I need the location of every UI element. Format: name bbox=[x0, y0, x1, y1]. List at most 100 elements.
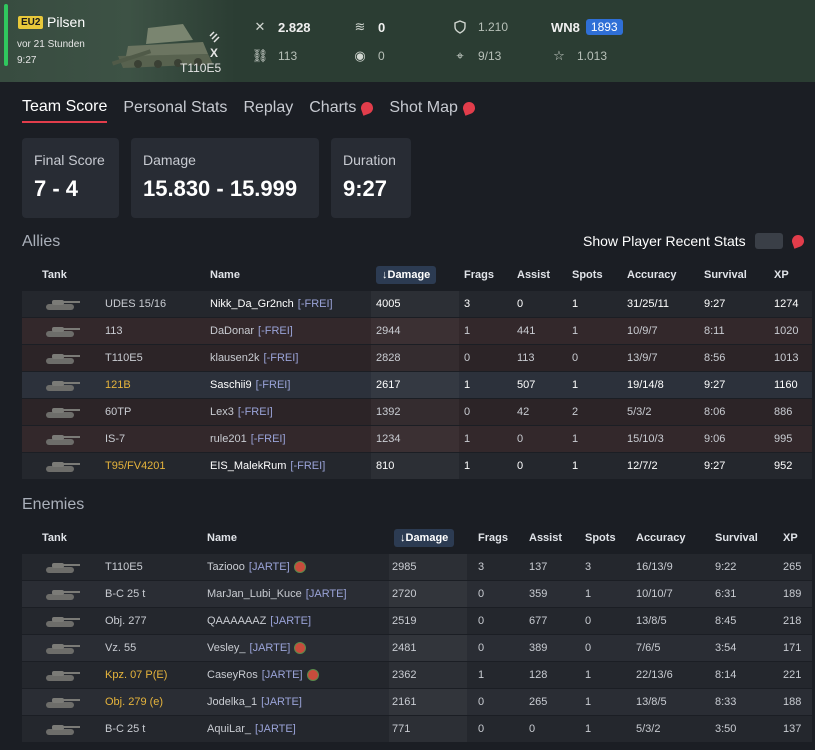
assist-text: 0 bbox=[529, 723, 536, 735]
recent-stats-toggle-row: Show Player Recent Stats bbox=[583, 233, 806, 249]
column-header-tank[interactable]: Tank bbox=[42, 260, 67, 290]
clan-tag[interactable]: [JARTE] bbox=[262, 669, 303, 681]
column-header-tank[interactable]: Tank bbox=[42, 523, 67, 553]
column-header-damage[interactable]: ↓Damage bbox=[394, 523, 472, 553]
clan-tag[interactable]: [-FREI] bbox=[298, 298, 333, 310]
clan-tag[interactable]: [JARTE] bbox=[255, 723, 296, 735]
cell-name[interactable]: Lex3 [-FREI] bbox=[210, 399, 273, 425]
column-header-xp[interactable]: XP bbox=[774, 260, 789, 290]
cell-damage: 1234 bbox=[376, 426, 400, 452]
clan-tag[interactable]: [-FREI] bbox=[258, 325, 293, 337]
tank-text: T110E5 bbox=[105, 352, 143, 364]
cell-name[interactable]: Taziooo [JARTE] bbox=[207, 554, 306, 580]
clan-tag[interactable]: [JARTE] bbox=[306, 588, 347, 600]
column-header-assist[interactable]: Assist bbox=[529, 523, 562, 553]
cell-name[interactable]: EIS_MalekRum [-FREI] bbox=[210, 453, 325, 479]
xp-text: 1160 bbox=[774, 379, 798, 391]
name-text: Saschii9 bbox=[210, 379, 252, 391]
cell-frags: 1 bbox=[464, 318, 470, 344]
column-header-survival[interactable]: Survival bbox=[715, 523, 758, 553]
table-row[interactable]: T110E5 Taziooo [JARTE] 2985 3 137 3 16/13/9 9:22… bbox=[22, 553, 812, 580]
cell-name[interactable]: MarJan_Lubi_Kuce [JARTE] bbox=[207, 581, 347, 607]
tab-charts[interactable]: Charts bbox=[309, 98, 376, 123]
tab-personal-stats[interactable]: Personal Stats bbox=[123, 98, 227, 123]
column-header-damage[interactable]: ↓Damage bbox=[376, 260, 458, 290]
frags-text: 3 bbox=[478, 561, 485, 573]
column-header-accuracy[interactable]: Accuracy bbox=[636, 523, 686, 553]
cell-damage: 2944 bbox=[376, 318, 400, 344]
clan-tag[interactable]: [-FREI] bbox=[264, 352, 299, 364]
column-header-frags[interactable]: Frags bbox=[478, 523, 508, 553]
table-row[interactable]: Vz. 55 Vesley_ [JARTE] 2481 0 389 0 7/6/5 3:54 17… bbox=[22, 634, 812, 661]
table-row[interactable]: B-C 25 t MarJan_Lubi_Kuce [JARTE] 2720 0 359 1… bbox=[22, 580, 812, 607]
stat-wn8: WN8 1893 bbox=[551, 19, 623, 35]
tab-shot-map[interactable]: Shot Map bbox=[389, 98, 477, 123]
cell-name[interactable]: CaseyRos [JARTE] bbox=[207, 662, 319, 688]
table-row[interactable]: B-C 25 t AquiLar_ [JARTE] 771 0 0 1 5/3/2 3:50 13… bbox=[22, 715, 812, 742]
column-header-accuracy[interactable]: Accuracy bbox=[627, 260, 677, 290]
recent-stats-toggle[interactable] bbox=[754, 233, 783, 249]
cell-name[interactable]: Vesley_ [JARTE] bbox=[207, 635, 307, 661]
cell-tank: Kpz. 07 P(E) bbox=[105, 662, 167, 688]
table-header: Tank Name ↓Damage Frags Assist Spots Accuracy S… bbox=[22, 260, 812, 290]
tank-thumbnail bbox=[42, 581, 80, 607]
table-row[interactable]: 60TP Lex3 [-FREI] 1392 0 42 2 5/3/2 8:06 886 bbox=[22, 398, 812, 425]
clan-tag[interactable]: [JARTE] bbox=[261, 696, 302, 708]
shield-icon bbox=[452, 19, 468, 35]
wn8-badge: 1893 bbox=[585, 19, 623, 35]
survival-text: 6:31 bbox=[715, 588, 737, 600]
cell-frags: 1 bbox=[464, 426, 470, 452]
stat-accuracy: ⌖ 9/13 bbox=[452, 48, 501, 64]
cell-name[interactable]: Jodelka_1 [JARTE] bbox=[207, 689, 302, 715]
recent-stats-label: Show Player Recent Stats bbox=[583, 233, 746, 249]
clan-tag[interactable]: [-FREI] bbox=[290, 460, 325, 472]
cell-frags: 1 bbox=[464, 453, 470, 479]
column-header-survival[interactable]: Survival bbox=[704, 260, 747, 290]
column-header-name[interactable]: Name bbox=[210, 260, 240, 290]
cell-name[interactable]: Saschii9 [-FREI] bbox=[210, 372, 290, 398]
cell-accuracy: 5/3/2 bbox=[636, 716, 660, 742]
table-row[interactable]: 121B Saschii9 [-FREI] 2617 1 507 1 19/14/8 9:27 1… bbox=[22, 371, 812, 398]
tab-replay[interactable]: Replay bbox=[243, 98, 293, 123]
spots-text: 1 bbox=[572, 298, 579, 310]
clan-tag[interactable]: [JARTE] bbox=[270, 615, 311, 627]
table-row[interactable]: T95/FV4201 EIS_MalekRum [-FREI] 810 1 0 1 12/7/… bbox=[22, 452, 812, 479]
cell-name[interactable]: DaDonar [-FREI] bbox=[210, 318, 293, 344]
column-header-xp[interactable]: XP bbox=[783, 523, 798, 553]
survival-text: 3:54 bbox=[715, 642, 737, 654]
cell-name[interactable]: QAAAAAAZ [JARTE] bbox=[207, 608, 311, 634]
clan-tag[interactable]: [JARTE] bbox=[250, 642, 291, 654]
cell-survival: 3:54 bbox=[715, 635, 736, 661]
table-row[interactable]: Obj. 279 (e) Jodelka_1 [JARTE] 2161 0 265 1 13/… bbox=[22, 688, 812, 715]
cell-spots: 0 bbox=[585, 608, 591, 634]
tank-text: Obj. 279 (e) bbox=[105, 696, 164, 708]
clan-tag[interactable]: [-FREI] bbox=[251, 433, 286, 445]
spots-text: 2 bbox=[572, 406, 579, 418]
column-header-assist[interactable]: Assist bbox=[517, 260, 550, 290]
tab-team-score[interactable]: Team Score bbox=[22, 98, 108, 123]
table-row[interactable]: Kpz. 07 P(E) CaseyRos [JARTE] 2362 1 128 1 22/1… bbox=[22, 661, 812, 688]
column-header-spots[interactable]: Spots bbox=[572, 260, 603, 290]
table-row[interactable]: 113 DaDonar [-FREI] 2944 1 441 1 10/9/7 8:11 1020 bbox=[22, 317, 812, 344]
clan-tag[interactable]: [JARTE] bbox=[249, 561, 290, 573]
column-header-name[interactable]: Name bbox=[207, 523, 237, 553]
clan-tag[interactable]: [-FREI] bbox=[238, 406, 273, 418]
frags-icon: ✕ bbox=[254, 19, 266, 34]
column-header-spots[interactable]: Spots bbox=[585, 523, 616, 553]
column-header-frags[interactable]: Frags bbox=[464, 260, 494, 290]
table-row[interactable]: T110E5 klausen2k [-FREI] 2828 0 113 0 13/9/7 8:5… bbox=[22, 344, 812, 371]
xp-text: 171 bbox=[783, 642, 802, 654]
cell-name[interactable]: klausen2k [-FREI] bbox=[210, 345, 298, 371]
table-row[interactable]: Obj. 277 QAAAAAAZ [JARTE] 2519 0 677 0 13/8/5 8:… bbox=[22, 607, 812, 634]
cell-name[interactable]: AquiLar_ [JARTE] bbox=[207, 716, 296, 742]
cell-tank: 60TP bbox=[105, 399, 131, 425]
assist-text: 507 bbox=[517, 379, 536, 391]
cell-name[interactable]: rule201 [-FREI] bbox=[210, 426, 286, 452]
table-row[interactable]: UDES 15/16 Nikk_Da_Gr2nch [-FREI] 4005 3 0 1 31… bbox=[22, 290, 812, 317]
frags-text: 0 bbox=[464, 406, 471, 418]
table-row[interactable]: IS-7 rule201 [-FREI] 1234 1 0 1 15/10/3 9:06 995 bbox=[22, 425, 812, 452]
clan-tag[interactable]: [-FREI] bbox=[256, 379, 291, 391]
name-text: CaseyRos bbox=[207, 669, 258, 681]
tank-thumbnail bbox=[42, 554, 80, 580]
cell-name[interactable]: Nikk_Da_Gr2nch [-FREI] bbox=[210, 291, 333, 317]
